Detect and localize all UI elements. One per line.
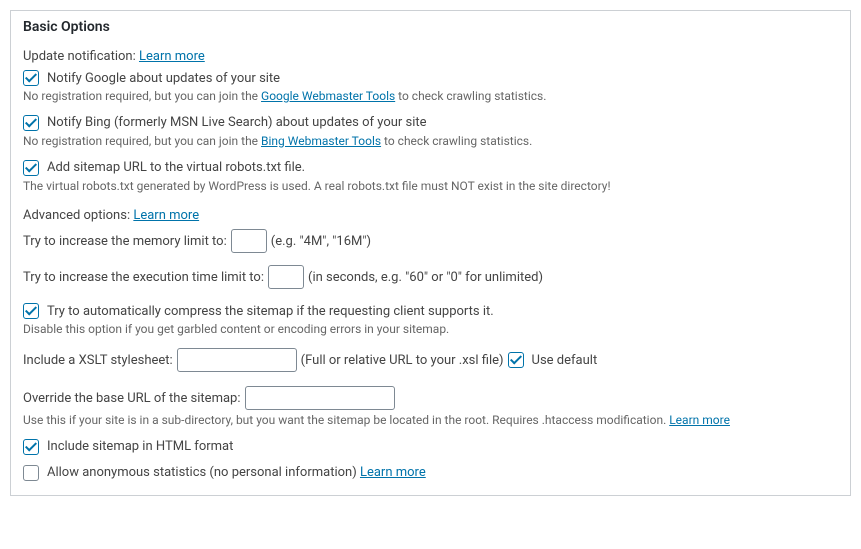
override-base-desc: Use this if your site is in a sub-direct… (23, 412, 838, 429)
robots-desc: The virtual robots.txt generated by Word… (23, 178, 838, 195)
advanced-options-heading: Advanced options: Learn more (23, 208, 838, 223)
notify-google-checkbox[interactable] (23, 70, 39, 86)
update-learn-more-link[interactable]: Learn more (139, 49, 205, 64)
compress-desc: Disable this option if you get garbled c… (23, 321, 838, 338)
update-notification-heading: Update notification: Learn more (23, 49, 838, 64)
override-base-label: Override the base URL of the sitemap: (23, 391, 241, 406)
robots-label[interactable]: Add sitemap URL to the virtual robots.tx… (47, 160, 305, 175)
exec-time-label: Try to increase the execution time limit… (23, 270, 264, 285)
memory-limit-input[interactable] (231, 229, 267, 253)
xslt-hint: (Full or relative URL to your .xsl file) (301, 353, 504, 368)
notify-google-desc: No registration required, but you can jo… (23, 88, 838, 105)
xslt-label: Include a XSLT stylesheet: (23, 353, 173, 368)
html-sitemap-checkbox[interactable] (23, 439, 39, 455)
advanced-label: Advanced options: (23, 208, 130, 223)
compress-checkbox[interactable] (23, 303, 39, 319)
anon-stats-checkbox[interactable] (23, 465, 39, 481)
robots-checkbox[interactable] (23, 160, 39, 176)
google-webmaster-link[interactable]: Google Webmaster Tools (261, 89, 395, 103)
notify-google-label[interactable]: Notify Google about updates of your site (47, 71, 280, 86)
basic-options-panel: Basic Options Update notification: Learn… (10, 10, 851, 496)
bing-webmaster-link[interactable]: Bing Webmaster Tools (261, 134, 381, 148)
notify-bing-label[interactable]: Notify Bing (formerly MSN Live Search) a… (47, 115, 427, 130)
html-sitemap-label[interactable]: Include sitemap in HTML format (47, 439, 233, 454)
compress-label[interactable]: Try to automatically compress the sitema… (47, 304, 494, 319)
memory-limit-hint: (e.g. "4M", "16M") (271, 234, 371, 249)
notify-bing-desc: No registration required, but you can jo… (23, 133, 838, 150)
notify-bing-checkbox[interactable] (23, 115, 39, 131)
xslt-default-checkbox[interactable] (508, 352, 524, 368)
anon-learn-more-link[interactable]: Learn more (360, 465, 426, 480)
anon-stats-label[interactable]: Allow anonymous statistics (no personal … (47, 465, 426, 480)
memory-limit-label: Try to increase the memory limit to: (23, 234, 227, 249)
advanced-learn-more-link[interactable]: Learn more (133, 208, 199, 223)
update-label: Update notification: (23, 49, 136, 64)
xslt-input[interactable] (177, 348, 297, 372)
panel-title: Basic Options (23, 19, 838, 35)
exec-time-hint: (in seconds, e.g. "60" or "0" for unlimi… (308, 270, 543, 285)
override-learn-more-link[interactable]: Learn more (669, 413, 730, 427)
override-base-input[interactable] (245, 386, 395, 410)
exec-time-input[interactable] (268, 265, 304, 289)
xslt-default-label[interactable]: Use default (532, 353, 598, 368)
